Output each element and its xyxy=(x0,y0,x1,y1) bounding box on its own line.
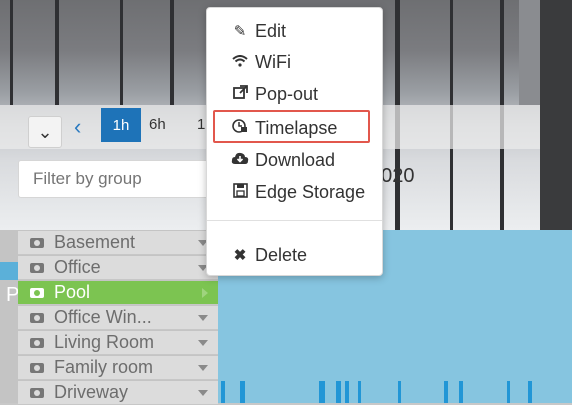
camera-item-pool[interactable]: Pool xyxy=(18,281,218,305)
camera-item-driveway[interactable]: Driveway xyxy=(18,381,218,405)
camera-label: Driveway xyxy=(54,382,129,402)
external-link-icon xyxy=(231,84,249,104)
camera-icon xyxy=(30,337,44,348)
camera-item-office[interactable]: Office xyxy=(18,256,218,280)
caret-right-icon[interactable] xyxy=(202,288,208,298)
menu-item-label: Delete xyxy=(255,244,308,265)
menu-item-edge-storage[interactable]: Edge Storage xyxy=(207,178,382,206)
menu-item-label: Edit xyxy=(255,20,287,41)
menu-item-label: Pop-out xyxy=(255,83,319,104)
camera-edge-right xyxy=(540,0,572,230)
camera-icon xyxy=(30,262,44,273)
camera-edge xyxy=(519,0,540,105)
camera-item-family-room[interactable]: Family room xyxy=(18,356,218,380)
timeline-edge xyxy=(0,262,18,280)
camera-label: Basement xyxy=(54,232,136,252)
caret-down-icon[interactable] xyxy=(198,315,208,321)
camera-item-office-window[interactable]: Office Win... xyxy=(18,306,218,330)
menu-item-download[interactable]: Download xyxy=(207,146,382,174)
collapse-button[interactable]: ⌄ xyxy=(28,116,62,148)
camera-icon xyxy=(30,362,44,373)
close-icon: ✖ xyxy=(233,247,247,264)
camera-icon xyxy=(30,237,44,248)
range-6h-button[interactable]: 6h xyxy=(149,116,166,133)
caret-down-icon[interactable] xyxy=(198,340,208,346)
camera-label: Office Win... xyxy=(54,307,152,327)
caret-down-icon[interactable] xyxy=(198,365,208,371)
pencil-icon: ✎ xyxy=(233,23,247,40)
chevron-left-icon[interactable]: ‹ xyxy=(74,114,81,140)
range-button-partial[interactable]: 1 xyxy=(197,116,205,133)
camera-label: Office xyxy=(54,257,101,277)
menu-item-label: Download xyxy=(255,149,336,170)
camera-icon xyxy=(30,387,44,398)
camera-item-basement[interactable]: Basement xyxy=(18,231,218,255)
filter-by-group-input[interactable] xyxy=(18,160,218,198)
wifi-icon xyxy=(231,54,249,71)
caret-down-icon[interactable] xyxy=(198,390,208,396)
menu-item-label: Edge Storage xyxy=(255,181,366,202)
camera-icon xyxy=(30,312,44,323)
camera-item-living-room[interactable]: Living Room xyxy=(18,331,218,355)
save-icon xyxy=(231,182,249,202)
menu-item-delete[interactable]: ✖ Delete xyxy=(207,241,382,269)
chevron-down-icon: ⌄ xyxy=(37,121,53,142)
camera-label: Family room xyxy=(54,357,154,377)
timelapse-highlight-box xyxy=(213,110,370,143)
camera-icon xyxy=(30,287,44,298)
menu-item-label: WiFi xyxy=(255,51,291,72)
menu-divider xyxy=(207,220,382,221)
menu-item-edit[interactable]: ✎ Edit xyxy=(207,17,382,45)
range-1h-button[interactable]: 1h xyxy=(101,108,141,142)
camera-label: Pool xyxy=(54,282,91,302)
camera-label: Living Room xyxy=(54,332,155,352)
cloud-download-icon xyxy=(231,151,249,169)
menu-item-wifi[interactable]: WiFi xyxy=(207,48,382,76)
menu-item-pop-out[interactable]: Pop-out xyxy=(207,80,382,108)
